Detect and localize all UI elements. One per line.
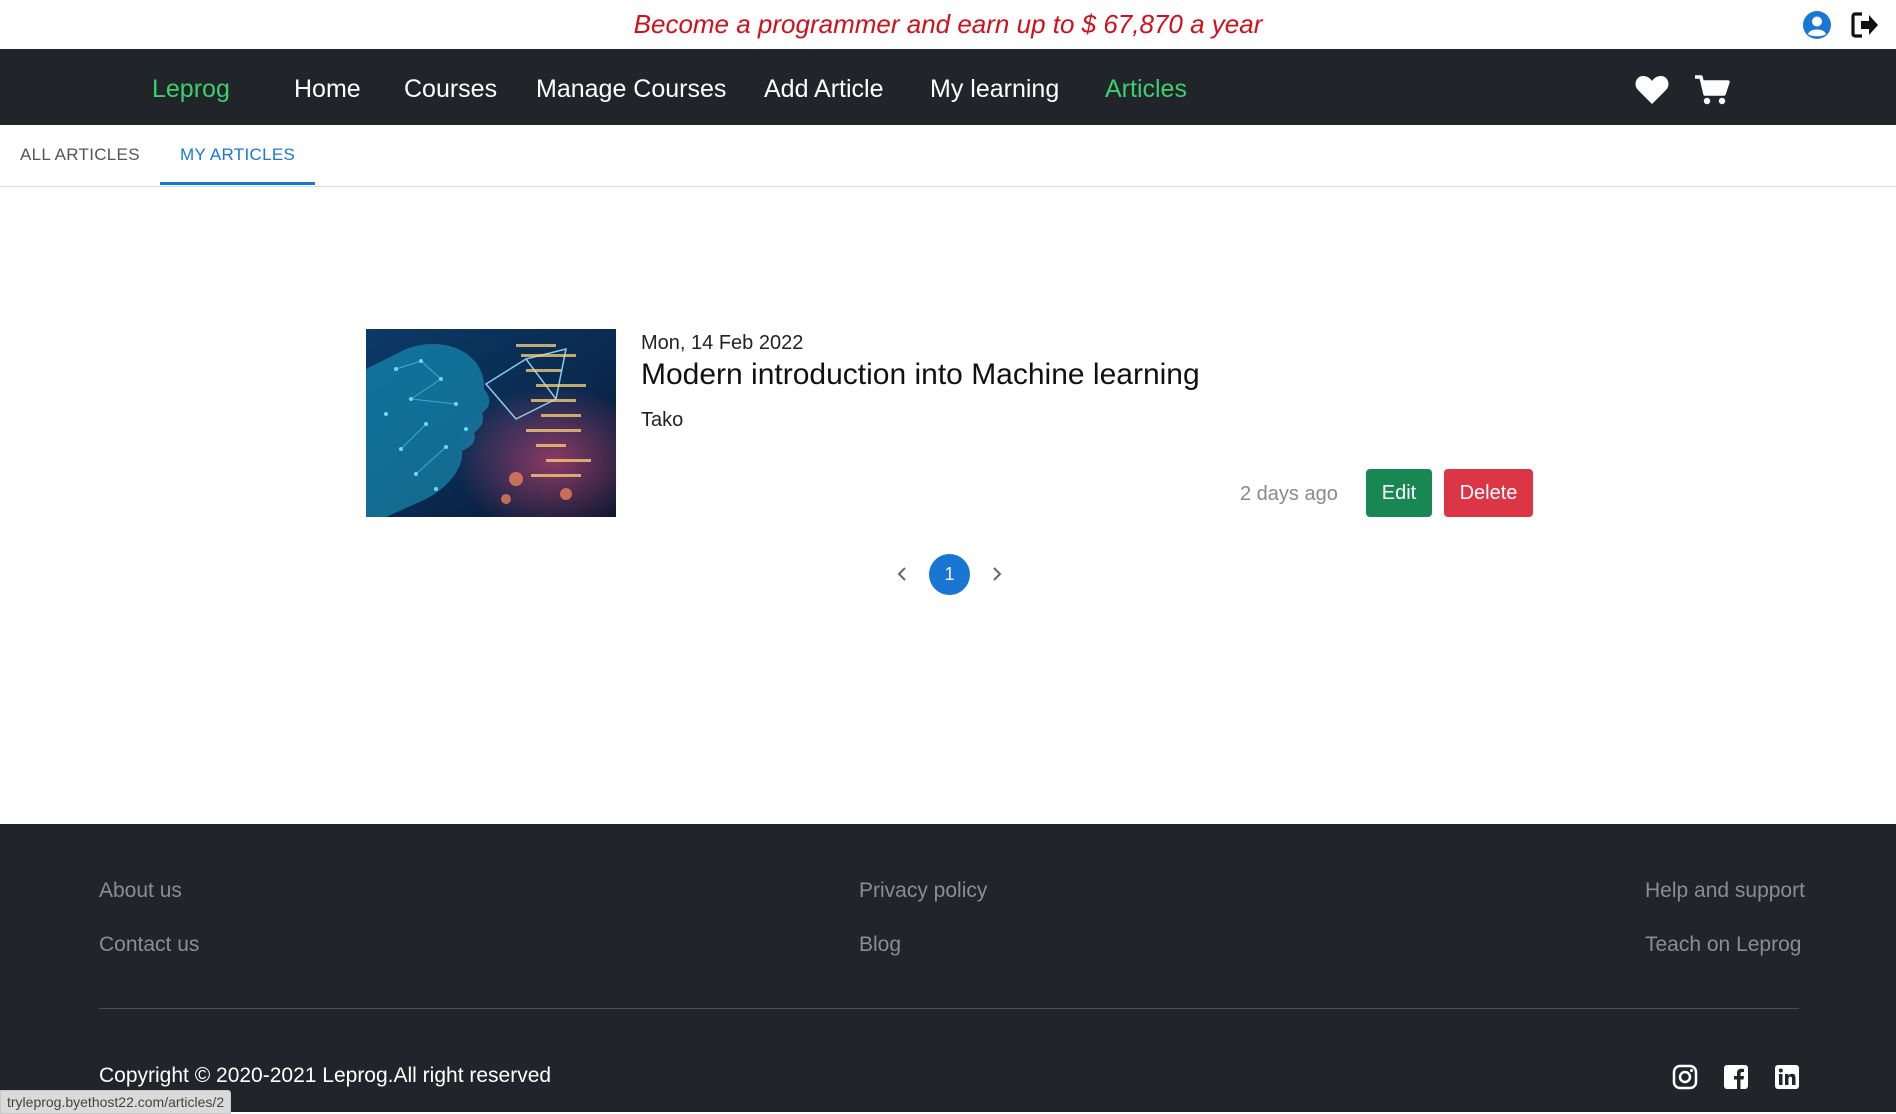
nav-add-article[interactable]: Add Article (764, 75, 884, 104)
footer-about-us[interactable]: About us (99, 879, 182, 903)
copyright-text: Copyright © 2020-2021 Leprog.All right r… (99, 1064, 552, 1087)
chevron-right-icon[interactable] (985, 560, 1009, 588)
tab-my-articles[interactable]: My articles (180, 145, 295, 165)
edit-button[interactable]: Edit (1366, 469, 1432, 517)
promo-banner: Become a programmer and earn up to $ 67,… (0, 0, 1896, 50)
chevron-left-icon[interactable] (890, 560, 914, 588)
active-tab-indicator (160, 182, 315, 185)
article-author: Tako (641, 409, 684, 431)
nav-courses[interactable]: Courses (404, 75, 497, 104)
footer-blog[interactable]: Blog (859, 933, 901, 957)
footer-teach[interactable]: Teach on Leprog (1645, 933, 1801, 957)
footer-help-support[interactable]: Help and support (1645, 879, 1805, 903)
instagram-icon[interactable] (1672, 1064, 1698, 1090)
article-date: Mon, 14 Feb 2022 (641, 332, 804, 354)
main-navbar: Leprog Home Courses Manage Courses Add A… (0, 49, 1896, 125)
article-posted-time: 2 days ago (1240, 483, 1338, 505)
status-bar-url: tryleprog.byethost22.com/articles/2 (0, 1090, 232, 1114)
facebook-icon[interactable] (1723, 1064, 1749, 1090)
linkedin-icon[interactable] (1774, 1064, 1800, 1090)
promo-text: Become a programmer and earn up to $ 67,… (633, 9, 1263, 39)
page-1-button[interactable]: 1 (929, 554, 970, 595)
delete-button[interactable]: Delete (1444, 469, 1533, 517)
article-tabs: All articles My articles (0, 125, 1896, 187)
cart-icon[interactable] (1694, 73, 1730, 107)
article-thumbnail[interactable] (366, 329, 616, 517)
heart-icon[interactable] (1634, 73, 1670, 107)
article-title[interactable]: Modern introduction into Machine learnin… (641, 358, 1200, 392)
nav-manage-courses[interactable]: Manage Courses (536, 75, 726, 104)
user-circle-icon[interactable] (1802, 10, 1832, 40)
site-footer: About us Contact us Privacy policy Blog … (0, 824, 1896, 1112)
nav-articles[interactable]: Articles (1105, 75, 1187, 104)
tab-all-articles[interactable]: All articles (20, 145, 140, 165)
footer-privacy-policy[interactable]: Privacy policy (859, 879, 987, 903)
sign-out-icon[interactable] (1850, 10, 1880, 40)
brand-logo[interactable]: Leprog (152, 75, 230, 104)
footer-divider (99, 1008, 1799, 1009)
nav-home[interactable]: Home (294, 75, 361, 104)
nav-my-learning[interactable]: My learning (930, 75, 1059, 104)
footer-contact-us[interactable]: Contact us (99, 933, 199, 957)
